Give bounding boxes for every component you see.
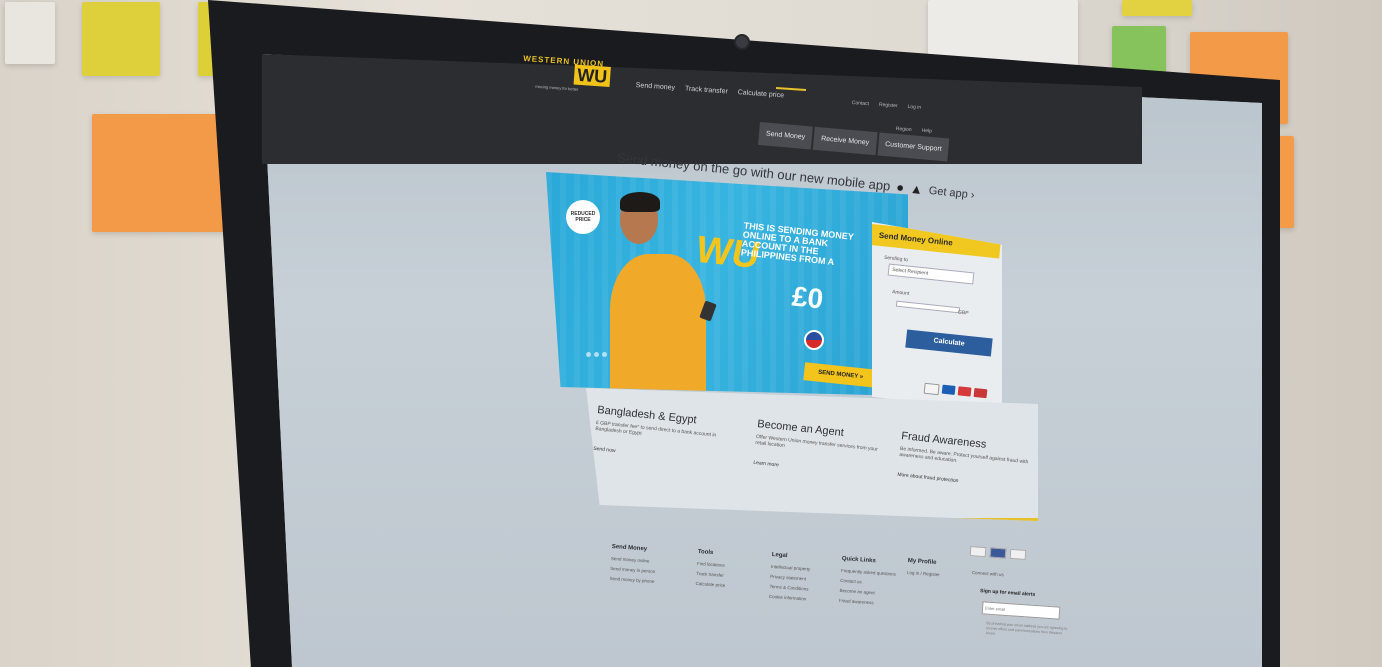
mastercard-icon xyxy=(957,386,972,397)
visa-icon xyxy=(923,382,940,396)
maestro-icon xyxy=(973,387,988,399)
carousel-dots[interactable] xyxy=(586,352,607,357)
footer-link[interactable]: Fraud awareness xyxy=(839,598,894,607)
amount-label: Amount xyxy=(891,289,910,297)
footer-link[interactable]: Frequently asked questions xyxy=(841,568,896,577)
footer-heading: My Profile xyxy=(907,558,937,566)
amount-field[interactable] xyxy=(895,300,961,314)
footer-link[interactable]: Send money in person xyxy=(610,566,655,574)
footer-link[interactable]: Privacy statement xyxy=(770,574,810,582)
logo-mark: WU xyxy=(573,64,611,87)
logo-tagline: moving money for better xyxy=(535,83,579,92)
footer-link[interactable]: Track transfer xyxy=(696,571,726,578)
utility-contact[interactable]: Contact xyxy=(852,100,870,107)
footer-link[interactable]: Terms & Conditions xyxy=(769,584,809,592)
visa-debit-icon xyxy=(941,384,956,395)
sticky-note-yellow xyxy=(82,2,160,76)
sending-to-label: Sending to xyxy=(883,254,909,264)
footer-col-tools: Tools Find locations Track transfer Calc… xyxy=(695,549,728,593)
footer-link[interactable]: Log in / Register xyxy=(907,570,940,577)
currency-label: GBP xyxy=(957,309,969,317)
western-union-logo[interactable]: WESTERN UNION WU moving money for better xyxy=(521,54,614,101)
footer-col-send-money: Send Money Send money online Send money … xyxy=(609,544,657,589)
connect-with-us: Connect with us xyxy=(971,570,1004,582)
footer-link[interactable]: Send money by phone xyxy=(609,576,654,584)
webcam-icon xyxy=(734,34,750,50)
footer-link[interactable]: Contact us xyxy=(840,578,895,587)
destination-select[interactable]: Select Recipient xyxy=(887,263,975,285)
footer-link[interactable]: Find locations xyxy=(697,561,727,568)
connect-label: Connect with us xyxy=(971,570,1004,578)
hero-price: £0 xyxy=(790,280,825,315)
utility-region[interactable]: Region xyxy=(896,126,912,133)
tab-send-money[interactable]: Send Money xyxy=(757,122,814,150)
flag-icon[interactable] xyxy=(969,546,987,558)
person-hair xyxy=(620,192,660,212)
footer-heading: Tools xyxy=(697,549,714,557)
calculate-button[interactable]: Calculate xyxy=(905,329,993,357)
footer-col-my-profile: My Profile Log in / Register xyxy=(906,558,940,582)
reduced-price-badge: REDUCED PRICE xyxy=(566,200,600,234)
footer-link[interactable]: Cookie information xyxy=(769,594,809,602)
footer-col-legal: Legal Intellectual property Privacy stat… xyxy=(768,552,811,607)
utility-help[interactable]: Help xyxy=(921,128,932,135)
share-icon[interactable] xyxy=(1009,548,1027,560)
footer-col-quick-links: Quick Links Frequently asked questions C… xyxy=(838,556,897,612)
footer-link[interactable]: Become an agent xyxy=(839,588,894,597)
utility-register[interactable]: Register xyxy=(879,102,898,109)
get-app-link[interactable]: Get app › xyxy=(928,184,975,201)
linkedin-icon[interactable] xyxy=(989,547,1007,559)
footer-link[interactable]: Calculate price xyxy=(695,581,725,588)
sticky-note-white xyxy=(5,2,55,64)
hero-banner[interactable]: REDUCED PRICE WU THIS IS SENDING MONEY O… xyxy=(546,172,908,396)
sticky-note-orange xyxy=(92,114,236,232)
android-icon[interactable]: ▲ xyxy=(909,181,923,197)
utility-login[interactable]: Log in xyxy=(907,104,921,111)
philippines-flag-icon xyxy=(804,330,824,350)
sticky-note-yellow-top xyxy=(1122,0,1192,16)
apple-icon[interactable]: ● xyxy=(896,179,905,195)
footer-link[interactable]: Send money online xyxy=(611,556,656,564)
person-image xyxy=(610,254,706,394)
footer-link[interactable]: Intellectual property xyxy=(771,564,811,572)
